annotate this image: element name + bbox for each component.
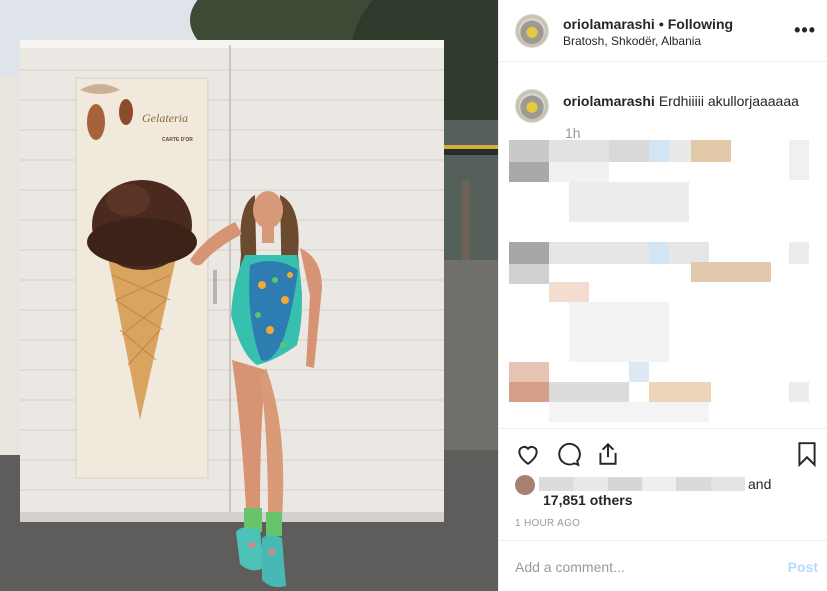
- post-timestamp[interactable]: 1 HOUR AGO: [515, 518, 580, 529]
- caption: oriolamarashi Erdhiiiii akullorjaaaaaa: [563, 93, 799, 109]
- action-bar: [499, 428, 827, 478]
- follow-status[interactable]: Following: [668, 16, 733, 32]
- liker-avatar[interactable]: [515, 475, 535, 495]
- heart-icon[interactable]: [515, 441, 541, 467]
- post-comment-button[interactable]: Post: [788, 559, 818, 575]
- post-location[interactable]: Bratosh, Shkodër, Albania: [563, 34, 701, 48]
- poster-sub: CARTE D'OR: [162, 137, 193, 143]
- separator-dot: •: [658, 16, 664, 32]
- poster-brand: Gelateria: [142, 111, 188, 125]
- liker-name-pixelated: [539, 477, 745, 491]
- likes-and: and: [748, 476, 772, 492]
- author-username[interactable]: oriolamarashi: [563, 16, 655, 32]
- more-options-icon[interactable]: •••: [794, 20, 816, 41]
- post-header: oriolamarashi • Following Bratosh, Shkodër…: [499, 0, 827, 62]
- caption-text: Erdhiiiii akullorjaaaaaa: [658, 93, 799, 109]
- photo-illustration: Gelateria CARTE D'OR: [0, 0, 498, 591]
- comment-box: Add a comment... Post: [499, 540, 827, 591]
- likes-row: and: [515, 474, 815, 495]
- pixelated-comments: [509, 140, 809, 425]
- post-photo[interactable]: Gelateria CARTE D'OR: [0, 0, 498, 591]
- caption-avatar[interactable]: [515, 89, 549, 123]
- share-icon[interactable]: [595, 441, 621, 467]
- caption-username[interactable]: oriolamarashi: [563, 93, 655, 109]
- post-side-panel: oriolamarashi • Following Bratosh, Shkodër…: [498, 0, 827, 591]
- comment-icon[interactable]: [555, 441, 581, 467]
- author-line: oriolamarashi • Following: [563, 16, 733, 32]
- caption-time: 1h: [565, 125, 581, 141]
- author-avatar[interactable]: [515, 14, 549, 48]
- likes-count[interactable]: 17,851 others: [543, 492, 633, 508]
- bookmark-icon[interactable]: [794, 441, 820, 468]
- comment-input[interactable]: Add a comment...: [515, 559, 625, 575]
